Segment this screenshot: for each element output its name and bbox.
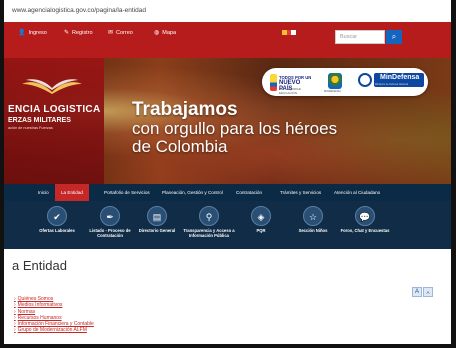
agency-logo[interactable]: ENCIA LOGISTICA ERZAS MILITARES ación de… [4, 58, 104, 184]
brand-line-2: ERZAS MILITARES [8, 117, 71, 124]
quick-links-bar: ✔ Ofertas Laborales ✒ Listado - Proceso … [4, 201, 451, 249]
register-link[interactable]: ✎ Registro [64, 29, 93, 37]
quick-link-transparencia[interactable]: ⚲ Transparencia y Acceso a Información P… [182, 206, 236, 238]
user-icon: 👤 [18, 30, 26, 36]
page-title: a Entidad [12, 258, 67, 273]
mindefensa-logo-subtitle: Ministerio de Defensa Nacional [375, 83, 409, 86]
nav-item-inicio[interactable]: Inicio [32, 184, 55, 201]
brand-line-1: ENCIA LOGISTICA [8, 104, 101, 115]
wings-icon [22, 79, 82, 94]
search-icon: ⌕ [391, 32, 397, 41]
pencil-icon: ✎ [64, 30, 70, 36]
language-flags[interactable] [282, 30, 297, 35]
todos-por-un-nuevo-pais-logo[interactable]: TODOS POR UN NUEVO PAÍS PAZ · EQUIDAD · … [270, 74, 314, 95]
headline-line-1: Trabajamos [132, 99, 238, 120]
coat-of-arms-caption: MINDEFENSA [324, 90, 342, 93]
entity-links-list: › Quiénes Somos › Medios Informativos › Nor… [14, 296, 94, 334]
quick-link-ninos[interactable]: ☆ Sección Niños [286, 206, 340, 233]
quick-link-pqr[interactable]: ◈ PQR [234, 206, 288, 233]
login-link[interactable]: 👤 Ingreso [18, 29, 47, 37]
brand-line-3: ación de nuestras Fuerzas [8, 126, 53, 130]
document-icon: ▤ [147, 206, 167, 226]
chat-icon: 💬 [355, 206, 375, 226]
font-size-controls: A A [412, 287, 433, 297]
top-utility-bar: 👤 Ingreso ✎ Registro ✉ Correo ◍ Mapa Bus… [4, 22, 451, 58]
pen-icon: ✒ [100, 206, 120, 226]
quick-link-ofertas[interactable]: ✔ Ofertas Laborales [30, 206, 84, 233]
url-text[interactable]: www.agencialogistica.gov.co/pagina/la-en… [12, 0, 146, 22]
check-icon: ✔ [47, 206, 67, 226]
quick-link-foros[interactable]: 💬 Foros, Chat y Encuestas [338, 206, 392, 233]
address-bar[interactable]: www.agencialogistica.gov.co/pagina/la-en… [4, 0, 451, 23]
nav-item-contratacion[interactable]: Contratación [230, 184, 268, 201]
location-pin-icon: ⚲ [199, 206, 219, 226]
diamond-icon: ◈ [251, 206, 271, 226]
nav-item-atencion[interactable]: Atención al Ciudadano [328, 184, 386, 201]
font-increase-button[interactable]: A [412, 287, 422, 297]
hero-banner: ENCIA LOGISTICA ERZAS MILITARES ación de… [4, 58, 451, 184]
font-decrease-button[interactable]: A [423, 287, 433, 297]
quick-link-contratacion[interactable]: ✒ Listado - Proceso de Contratación [83, 206, 137, 238]
headline-line-3: de Colombia [132, 136, 228, 156]
nav-item-tramites[interactable]: Trámites y Servicios [274, 184, 327, 201]
nav-item-portafolio[interactable]: Portafolio de Servicios [98, 184, 156, 201]
nav-item-planeacion[interactable]: Planeación, Gestión y Control [156, 184, 229, 201]
nav-item-la-entidad[interactable]: La Entidad [55, 184, 89, 201]
main-nav: Inicio La Entidad Portafolio de Servicio… [4, 184, 451, 201]
mail-link[interactable]: ✉ Correo [108, 29, 133, 37]
quick-link-directorio[interactable]: ▤ Directorio General [130, 206, 184, 233]
hero-headline: Trabajamos con orgullo para los héroes d… [132, 100, 337, 156]
search-input[interactable]: Buscar [335, 30, 385, 44]
globe-icon: ◍ [154, 30, 160, 36]
map-link[interactable]: ◍ Mapa [154, 29, 176, 37]
search-button[interactable]: ⌕ [386, 30, 402, 44]
government-logos: TODOS POR UN NUEVO PAÍS PAZ · EQUIDAD · … [262, 68, 428, 96]
headline-line-2: con orgullo para los héroes [132, 118, 338, 138]
colombia-coat-of-arms-icon[interactable] [328, 73, 342, 89]
mail-icon: ✉ [108, 30, 114, 36]
star-icon: ☆ [303, 206, 323, 226]
mindefensa-seal-icon [358, 73, 372, 87]
link-grupo-modernizacion[interactable]: › Grupo de Modernización ALFM [14, 327, 94, 333]
mindefensa-logo-text: MinDefensa [380, 74, 420, 81]
